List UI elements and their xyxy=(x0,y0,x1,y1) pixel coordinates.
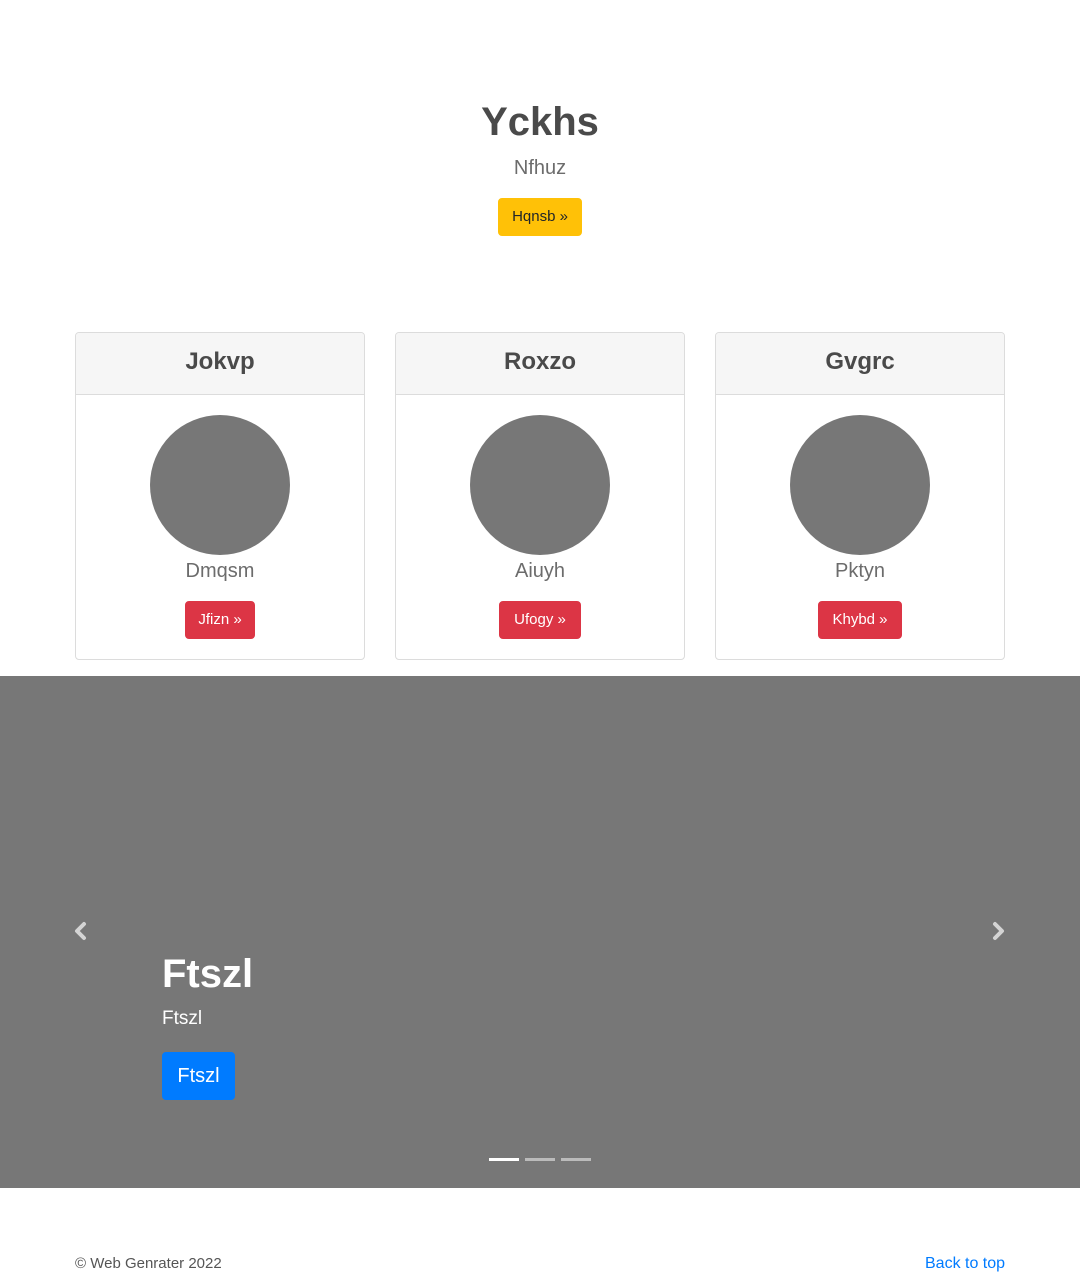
carousel-indicator[interactable] xyxy=(525,1158,555,1161)
footer-copyright: © Web Genrater 2022 xyxy=(75,1255,222,1272)
hero-title: Yckhs xyxy=(481,100,599,144)
card-1: Jokvp Dmqsm Jfizn » xyxy=(75,332,365,660)
slide-title: Ftszl xyxy=(162,952,254,996)
card-text: Pktyn xyxy=(834,560,886,582)
card-3: Gvgrc Pktyn Khybd » xyxy=(715,332,1005,660)
avatar-placeholder xyxy=(150,415,290,555)
hero-section: Yckhs Nfhuz Hqnsb » xyxy=(0,0,1080,300)
hero-button[interactable]: Hqnsb » xyxy=(498,198,582,236)
chevron-right-icon[interactable] xyxy=(986,916,1010,946)
card-header: Jokvp xyxy=(76,333,364,395)
card-button[interactable]: Ufogy » xyxy=(499,601,581,639)
card-button[interactable]: Khybd » xyxy=(818,601,902,639)
card-text: Dmqsm xyxy=(185,560,255,582)
slide-text: Ftszl xyxy=(162,1008,203,1029)
avatar-placeholder xyxy=(470,415,610,555)
avatar-placeholder xyxy=(790,415,930,555)
slide-button[interactable]: Ftszl xyxy=(162,1052,235,1100)
card-text: Aiuyh xyxy=(514,560,566,582)
card-2: Roxzo Aiuyh Ufogy » xyxy=(395,332,685,660)
chevron-right-icon xyxy=(993,922,1004,940)
carousel-indicator[interactable] xyxy=(561,1158,591,1161)
back-to-top-link[interactable]: Back to top xyxy=(925,1255,1005,1273)
chevron-left-icon[interactable] xyxy=(69,916,93,946)
card-button[interactable]: Jfizn » xyxy=(185,601,255,639)
hero-subtitle: Nfhuz xyxy=(513,157,567,179)
card-header: Roxzo xyxy=(396,333,684,395)
carousel: Ftszl Ftszl Ftszl xyxy=(0,676,1080,1188)
carousel-indicator[interactable] xyxy=(489,1158,519,1161)
chevron-left-icon xyxy=(75,922,86,940)
card-header: Gvgrc xyxy=(716,333,1004,395)
